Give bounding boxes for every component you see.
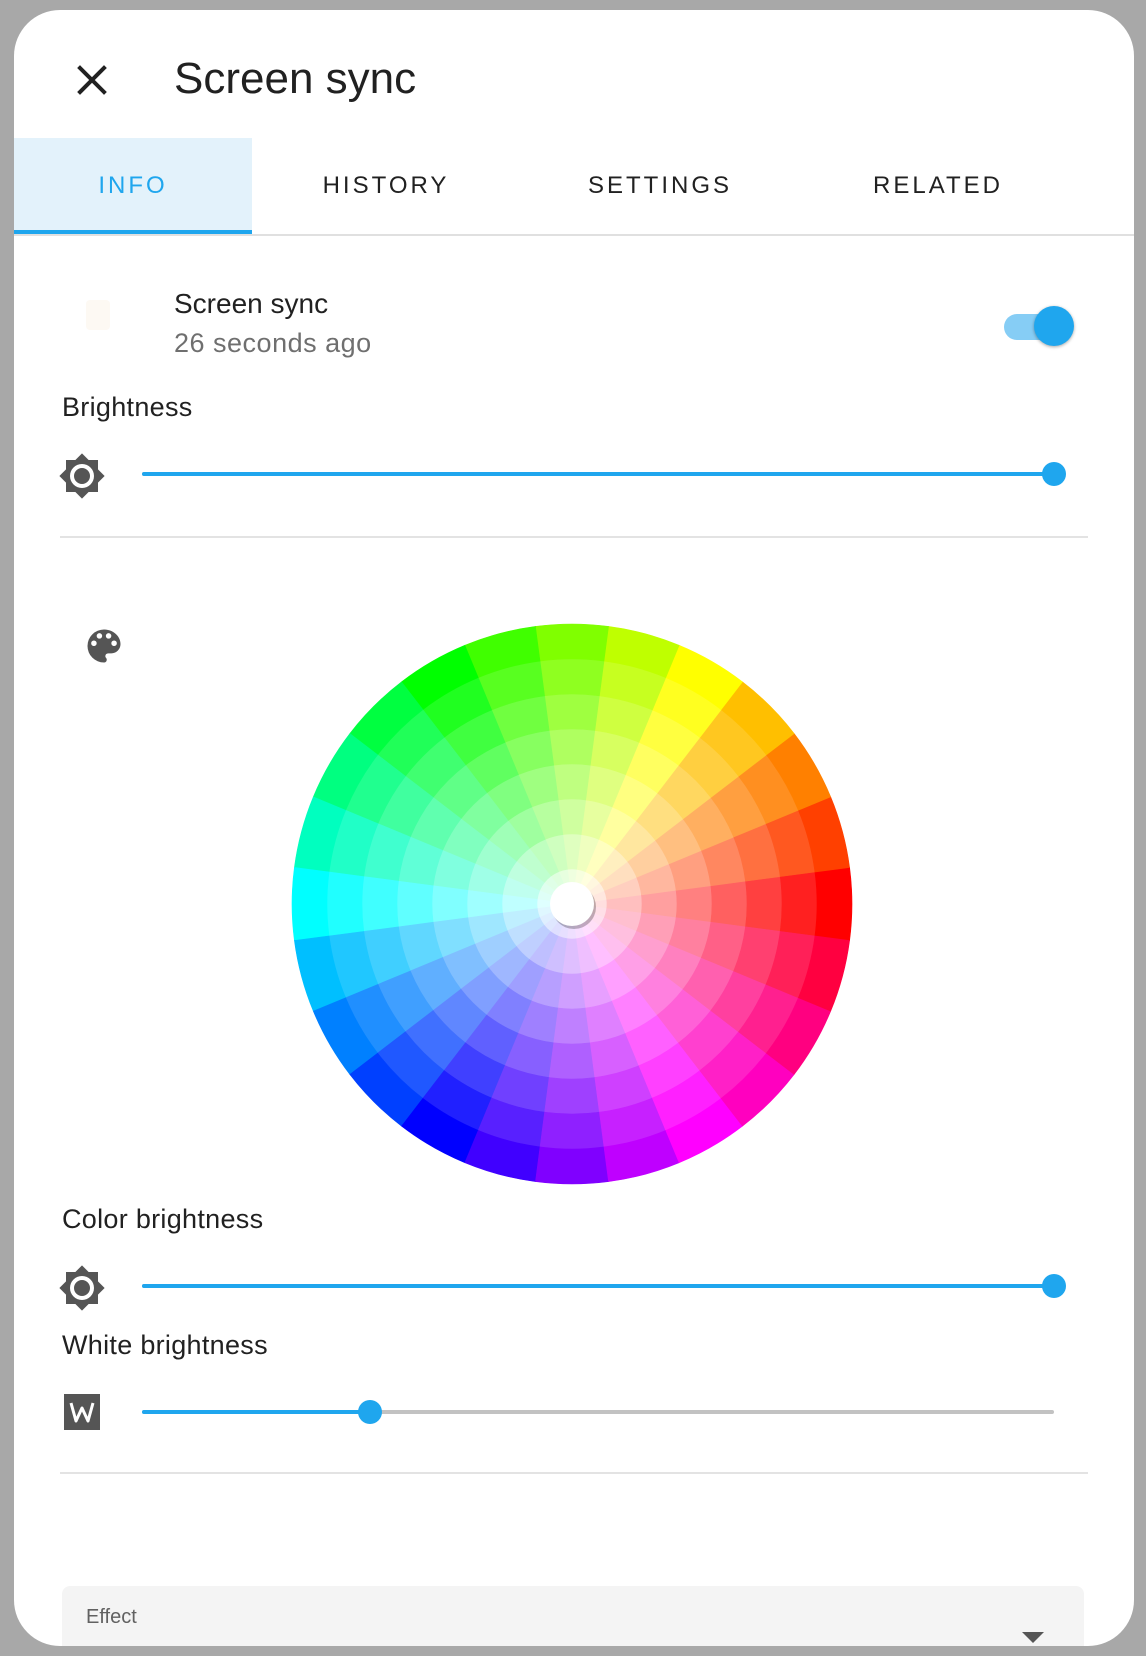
color-wheel-marker[interactable]	[550, 882, 594, 926]
brightness-icon	[58, 1264, 106, 1317]
entity-state-icon	[86, 300, 110, 330]
color-wheel-segment[interactable]	[779, 871, 818, 937]
dropdown-arrow-icon	[1022, 1632, 1044, 1643]
color-wheel-segment[interactable]	[396, 880, 434, 928]
color-wheel-segment[interactable]	[710, 880, 748, 928]
color-wheel-segment[interactable]	[326, 871, 365, 937]
entity-last-changed: 26 seconds ago	[174, 328, 372, 358]
slider-fill	[142, 1410, 370, 1414]
color-wheel-segment[interactable]	[548, 1042, 596, 1080]
more-info-dialog: Screen sync INFO HISTORY SETTINGS RELATE…	[14, 10, 1134, 1646]
color-brightness-label: Color brightness	[62, 1204, 264, 1234]
tab-settings[interactable]: SETTINGS	[520, 138, 800, 234]
effect-label: Effect	[86, 1606, 137, 1628]
tab-bar: INFO HISTORY SETTINGS RELATED	[14, 138, 1134, 236]
slider-handle[interactable]	[1042, 1274, 1066, 1298]
color-brightness-slider[interactable]	[142, 1266, 1072, 1306]
palette-icon	[82, 624, 126, 673]
color-wheel-segment[interactable]	[539, 1111, 605, 1150]
color-wheel-segment[interactable]	[553, 1007, 591, 1045]
divider	[60, 536, 1088, 538]
white-w-icon	[64, 1394, 100, 1435]
brightness-icon	[58, 452, 106, 505]
brightness-label: Brightness	[62, 392, 193, 422]
dialog-title: Screen sync	[174, 54, 417, 103]
dialog-header: Screen sync	[14, 10, 1134, 138]
color-wheel-segment[interactable]	[814, 867, 853, 941]
color-wheel-segment[interactable]	[675, 885, 713, 923]
tab-history[interactable]: HISTORY	[252, 138, 520, 234]
close-button[interactable]	[64, 52, 120, 108]
color-wheel-segment[interactable]	[539, 658, 605, 697]
color-wheel-segment[interactable]	[291, 867, 330, 941]
slider-fill	[142, 1284, 1054, 1288]
color-wheel-segment[interactable]	[431, 885, 469, 923]
entity-toggle[interactable]	[1004, 306, 1074, 346]
tab-related[interactable]: RELATED	[800, 138, 1076, 234]
color-wheel-segment[interactable]	[553, 763, 591, 801]
color-wheel-segment[interactable]	[544, 693, 600, 731]
close-icon	[77, 65, 107, 95]
color-wheel-segment[interactable]	[361, 876, 399, 932]
color-wheel-segment[interactable]	[544, 1077, 600, 1115]
effect-select[interactable]: Effect	[62, 1586, 1084, 1646]
color-wheel-segment[interactable]	[535, 623, 609, 662]
white-brightness-slider[interactable]	[142, 1392, 1072, 1432]
brightness-slider[interactable]	[142, 454, 1072, 494]
divider	[60, 1472, 1088, 1474]
color-wheel-segment[interactable]	[548, 728, 596, 766]
slider-handle[interactable]	[1042, 462, 1066, 486]
slider-handle[interactable]	[358, 1400, 382, 1424]
toggle-knob	[1034, 306, 1074, 346]
slider-fill	[142, 472, 1054, 476]
entity-name: Screen sync	[174, 288, 329, 319]
color-wheel-segment[interactable]	[535, 1146, 609, 1185]
white-brightness-label: White brightness	[62, 1330, 268, 1360]
color-wheel[interactable]	[276, 608, 868, 1200]
color-wheel-segment[interactable]	[745, 876, 783, 932]
tab-info[interactable]: INFO	[14, 138, 252, 234]
